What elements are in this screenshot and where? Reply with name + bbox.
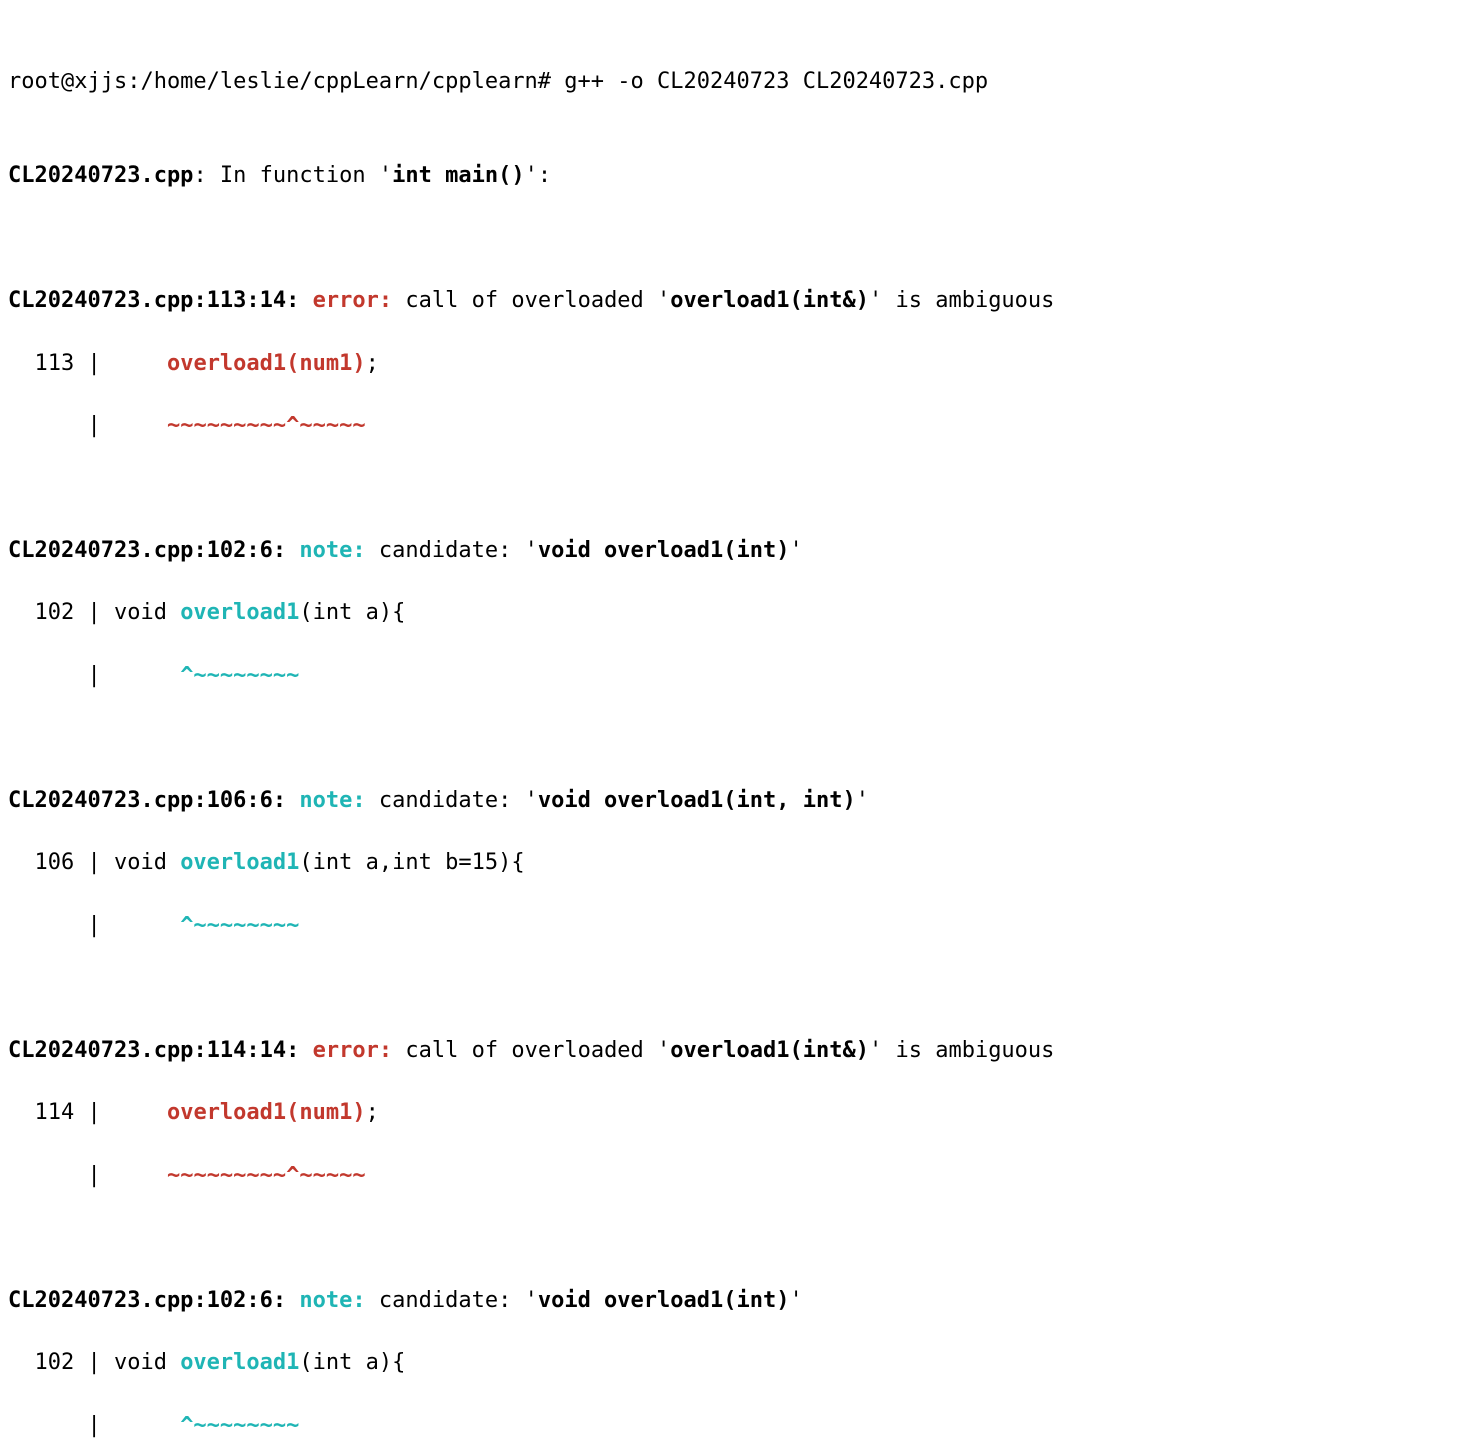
code-line: 102 | void overload1(int a){ [8, 1347, 1474, 1378]
text: : In function ' [193, 163, 392, 188]
caret-marks: ~~~~~~~~~^~~~~~ [167, 1163, 366, 1188]
file-loc: CL20240723.cpp [8, 1288, 193, 1313]
caret-marks: ~~~~~~~~~^~~~~~ [167, 413, 366, 438]
loc: :113:14: [193, 288, 299, 313]
function-signature: int main() [392, 163, 524, 188]
text: candidate: ' [366, 1288, 538, 1313]
code-highlight: overload1 [180, 850, 299, 875]
caret-gutter: | [8, 913, 180, 938]
text: ' is ambiguous [869, 1038, 1054, 1063]
error-line: CL20240723.cpp:113:14: error: call of ov… [8, 285, 1474, 316]
code-line: 113 | overload1(num1); [8, 348, 1474, 379]
code-tail: (int a,int b=15){ [299, 850, 524, 875]
terminal-output: root@xjjs:/home/leslie/cppLearn/cpplearn… [0, 0, 1482, 1444]
shell-command: g++ -o CL20240723 CL20240723.cpp [564, 69, 988, 94]
caret-marks: ^~~~~~~~~ [180, 913, 299, 938]
caret-line: | ~~~~~~~~~^~~~~~ [8, 410, 1474, 441]
code-tail: (int a){ [299, 1350, 405, 1375]
file-name: CL20240723.cpp [8, 163, 193, 188]
caret-marks: ^~~~~~~~~ [180, 1413, 299, 1438]
line-number-gutter: 106 | void [8, 850, 180, 875]
error-label: error: [313, 1038, 392, 1063]
line-number-gutter: 102 | void [8, 600, 180, 625]
candidate-signature: void overload1(int) [538, 538, 790, 563]
note-label: note: [299, 1288, 365, 1313]
caret-gutter: | [8, 1413, 180, 1438]
caret-gutter: | [8, 1163, 167, 1188]
error-label: error: [313, 288, 392, 313]
code-highlight: overload1(num1) [167, 1100, 366, 1125]
note-line: CL20240723.cpp:106:6: note: candidate: '… [8, 785, 1474, 816]
code-line: 106 | void overload1(int a,int b=15){ [8, 847, 1474, 878]
code-highlight: overload1 [180, 600, 299, 625]
note-label: note: [299, 788, 365, 813]
shell-prompt: root@xjjs:/home/leslie/cppLearn/cpplearn… [8, 69, 564, 94]
line-number-gutter: 102 | void [8, 1350, 180, 1375]
call-signature: overload1(int&) [670, 288, 869, 313]
note-line: CL20240723.cpp:102:6: note: candidate: '… [8, 1285, 1474, 1316]
loc: :102:6: [193, 1288, 286, 1313]
caret-marks: ^~~~~~~~~ [180, 663, 299, 688]
note-label: note: [299, 538, 365, 563]
text: ' [790, 538, 803, 563]
code-line: 102 | void overload1(int a){ [8, 597, 1474, 628]
text: ' [790, 1288, 803, 1313]
text: call of overloaded ' [392, 288, 670, 313]
file-loc: CL20240723.cpp [8, 538, 193, 563]
code-tail: (int a){ [299, 600, 405, 625]
candidate-signature: void overload1(int) [538, 1288, 790, 1313]
text: ' [856, 788, 869, 813]
loc: :106:6: [193, 788, 286, 813]
loc: :102:6: [193, 538, 286, 563]
caret-gutter: | [8, 413, 167, 438]
text: ': [525, 163, 552, 188]
error-line: CL20240723.cpp:114:14: error: call of ov… [8, 1035, 1474, 1066]
caret-line: | ~~~~~~~~~^~~~~~ [8, 1160, 1474, 1191]
prompt-line: root@xjjs:/home/leslie/cppLearn/cpplearn… [8, 66, 1474, 97]
file-loc: CL20240723.cpp [8, 1038, 193, 1063]
line-number-gutter: 113 | [8, 351, 167, 376]
line-number-gutter: 114 | [8, 1100, 167, 1125]
caret-gutter: | [8, 663, 180, 688]
text: call of overloaded ' [392, 1038, 670, 1063]
loc: :114:14: [193, 1038, 299, 1063]
code-tail: ; [366, 1100, 379, 1125]
candidate-signature: void overload1(int, int) [538, 788, 856, 813]
caret-line: | ^~~~~~~~~ [8, 660, 1474, 691]
caret-line: | ^~~~~~~~~ [8, 910, 1474, 941]
file-loc: CL20240723.cpp [8, 788, 193, 813]
text: ' is ambiguous [869, 288, 1054, 313]
text: candidate: ' [366, 788, 538, 813]
code-tail: ; [366, 351, 379, 376]
text: candidate: ' [366, 538, 538, 563]
note-line: CL20240723.cpp:102:6: note: candidate: '… [8, 535, 1474, 566]
call-signature: overload1(int&) [670, 1038, 869, 1063]
in-function-line: CL20240723.cpp: In function 'int main()'… [8, 160, 1474, 191]
code-line: 114 | overload1(num1); [8, 1097, 1474, 1128]
caret-line: | ^~~~~~~~~ [8, 1410, 1474, 1441]
file-loc: CL20240723.cpp [8, 288, 193, 313]
code-highlight: overload1 [180, 1350, 299, 1375]
code-highlight: overload1(num1) [167, 351, 366, 376]
